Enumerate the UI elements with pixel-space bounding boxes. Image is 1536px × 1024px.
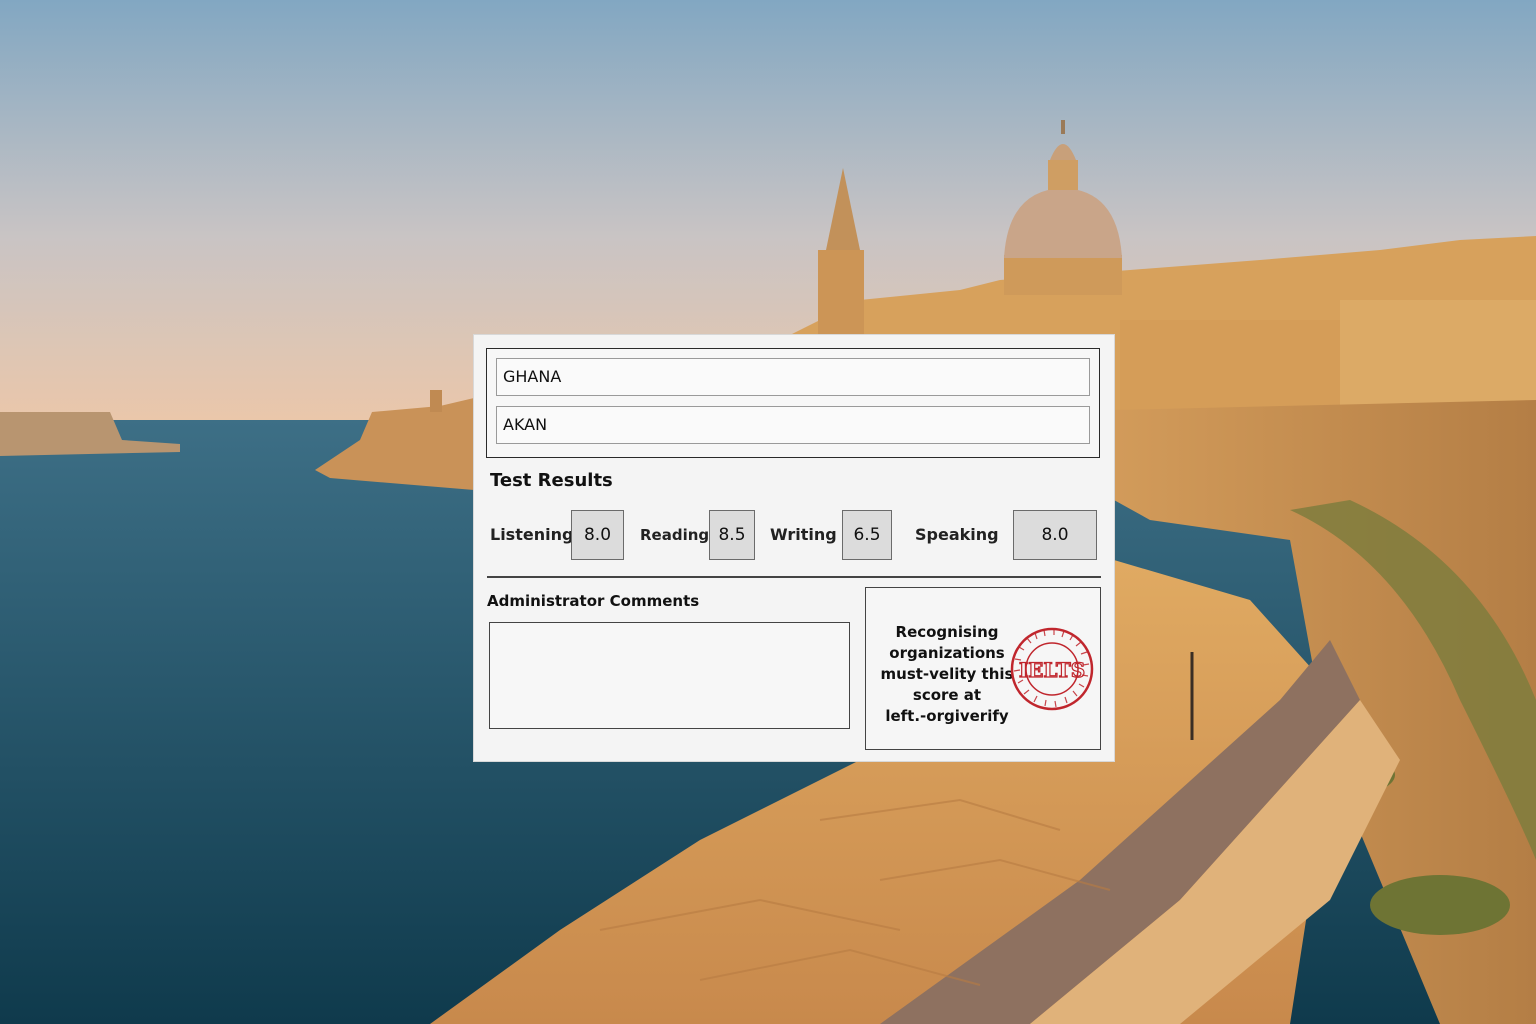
writing-label: Writing [770,525,837,544]
administrator-comments-field[interactable] [489,622,850,729]
ielts-stamp-icon: IELTS [1010,627,1094,711]
ielts-result-form: GHANA AKAN Test Results Listening 8.0 Re… [474,335,1114,761]
reading-label: Reading [640,526,710,544]
verification-box: Recognising organizations must-velity th… [865,587,1101,750]
candidate-details-box: GHANA AKAN [486,348,1100,458]
section-divider [487,576,1101,578]
listening-label: Listening [490,525,574,544]
test-results-title: Test Results [490,470,613,491]
stamp-text: IELTS [1019,658,1085,682]
nationality-field[interactable]: GHANA [496,358,1090,396]
first-language-field[interactable]: AKAN [496,406,1090,444]
writing-score: 6.5 [842,510,892,560]
administrator-comments-title: Administrator Comments [487,592,700,610]
reading-score: 8.5 [709,510,755,560]
listening-score: 8.0 [571,510,624,560]
verification-notice: Recognising organizations must-velity th… [880,623,1014,725]
speaking-score: 8.0 [1013,510,1097,560]
speaking-label: Speaking [915,525,999,544]
